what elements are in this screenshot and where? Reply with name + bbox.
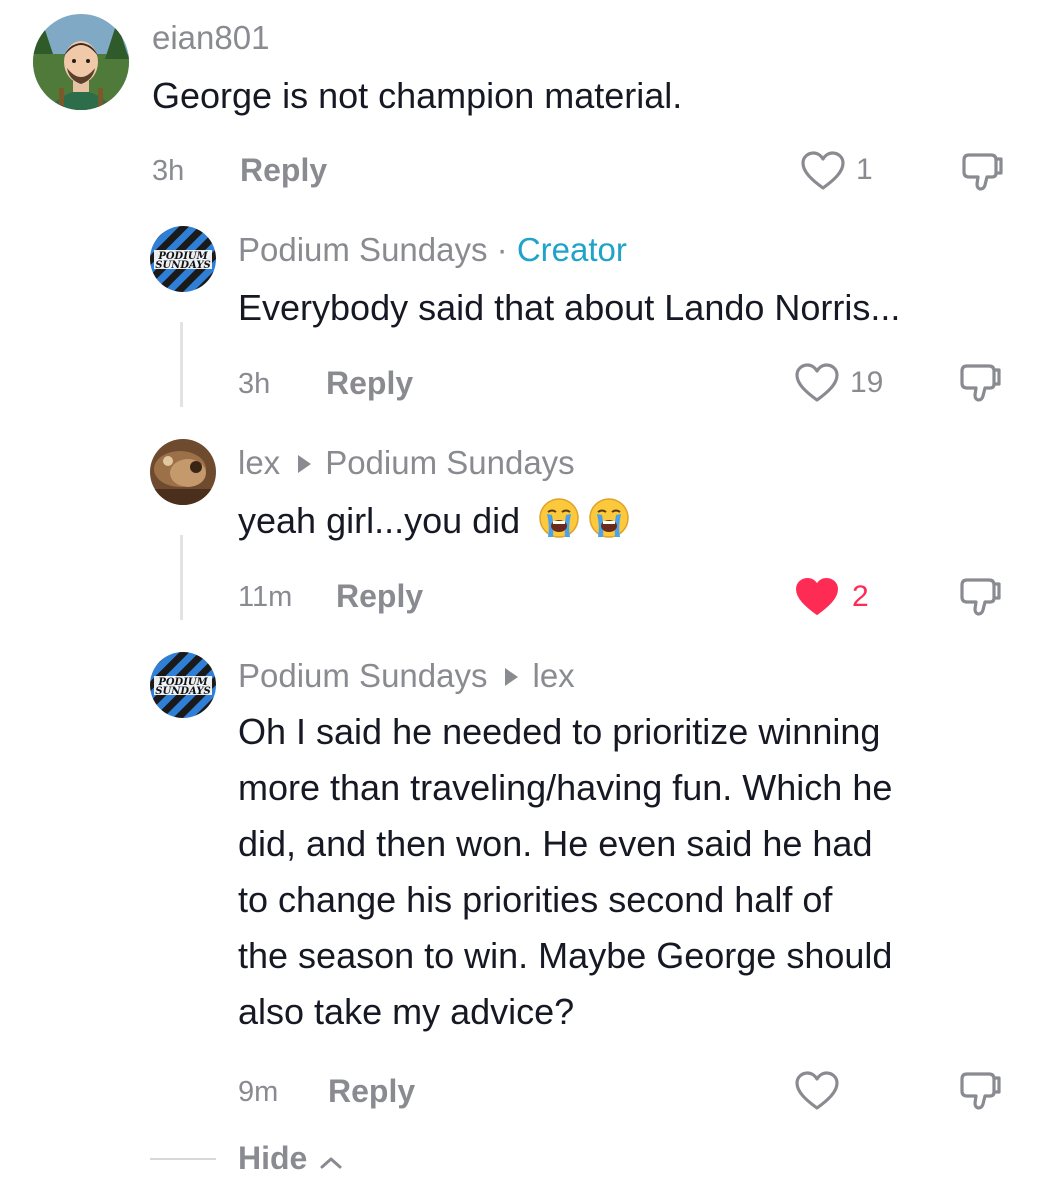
comment-username-line: Podium Sundays lex [238, 656, 575, 696]
reply-button[interactable]: Reply [328, 1071, 415, 1111]
chevron-up-icon [320, 1157, 342, 1169]
avatar-podium-sundays[interactable]: PODIUM SUNDAYS [150, 652, 216, 718]
reply-button[interactable]: Reply [336, 576, 423, 616]
loudly-crying-face-icon [589, 498, 629, 538]
reply-to-username[interactable]: Podium Sundays [325, 444, 574, 481]
like-button[interactable]: 19 [794, 360, 890, 404]
comment-text-line: did, and then won. He even said he had [238, 823, 873, 864]
avatar-logo-text-2: SUNDAYS [155, 686, 210, 697]
comment-username[interactable]: eian801 [152, 18, 269, 58]
comment-text-line: more than traveling/having fun. Which he [238, 767, 893, 808]
like-count: 2 [852, 580, 869, 613]
heart-icon-filled [796, 578, 838, 615]
reply-button[interactable]: Reply [326, 363, 413, 403]
reply-button[interactable]: Reply [240, 150, 327, 190]
comment-username-line: Podium Sundays · Creator [238, 230, 627, 270]
comment-time: 3h [152, 155, 185, 187]
reply-to-username[interactable]: lex [532, 657, 574, 694]
hide-label: Hide [238, 1140, 308, 1176]
comment-username-line: lex Podium Sundays [238, 443, 575, 483]
dislike-icon[interactable] [958, 362, 1004, 404]
loudly-crying-face-icon [539, 498, 579, 538]
comment-text: George is not champion material. [152, 75, 683, 116]
avatar-eian801[interactable] [33, 14, 129, 110]
hide-divider [150, 1158, 216, 1160]
like-button[interactable]: 1 [800, 148, 880, 192]
comment-username[interactable]: lex [238, 444, 280, 481]
dislike-icon[interactable] [958, 576, 1004, 618]
dislike-icon[interactable] [958, 1070, 1004, 1112]
comment-username[interactable]: Podium Sundays [238, 657, 487, 694]
avatar-lex[interactable] [150, 439, 216, 505]
comment-time: 11m [238, 581, 293, 613]
heart-icon [795, 1071, 839, 1110]
thread-line [180, 322, 183, 407]
dislike-icon[interactable] [960, 151, 1006, 193]
comment-text-line: also take my advice? [238, 991, 575, 1032]
comment-text-line: yeah girl...you did [238, 493, 630, 549]
comment-text-line: to change his priorities second half of [238, 879, 833, 920]
creator-badge: Creator [516, 231, 627, 268]
like-button[interactable]: 2 [794, 574, 884, 618]
thread-line [180, 535, 183, 620]
like-count: 1 [856, 153, 873, 186]
heart-icon [795, 363, 839, 402]
comment-text: Oh I said he needed to prioritize winnin… [238, 704, 1038, 1040]
comment-text: Everybody said that about Lando Norris..… [238, 287, 901, 328]
like-button[interactable] [794, 1068, 854, 1112]
comment-text: yeah girl...you did [238, 500, 521, 541]
comment-time: 3h [238, 368, 271, 400]
comment-time: 9m [238, 1076, 279, 1108]
reply-arrow-icon [505, 667, 519, 686]
hide-replies-button[interactable]: Hide [238, 1138, 344, 1182]
heart-icon [801, 151, 845, 190]
avatar-podium-sundays[interactable]: PODIUM SUNDAYS [150, 226, 216, 292]
reply-arrow-icon [298, 454, 312, 473]
comment-username[interactable]: Podium Sundays [238, 231, 487, 268]
comment-text-line: Oh I said he needed to prioritize winnin… [238, 711, 881, 752]
comment-text-line: the season to win. Maybe George should [238, 935, 893, 976]
avatar-logo-text-2: SUNDAYS [155, 260, 210, 271]
badge-separator: · [487, 231, 517, 268]
like-count: 19 [850, 366, 884, 399]
